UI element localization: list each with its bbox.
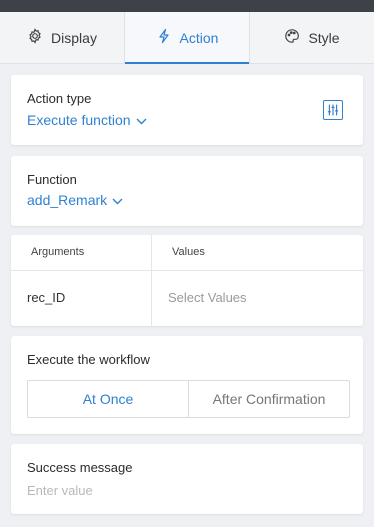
tab-style-label: Style (308, 29, 340, 46)
success-message-label: Success message (27, 460, 133, 475)
arguments-column-header: Arguments (31, 246, 85, 258)
at-once-button[interactable]: At Once (28, 381, 188, 417)
arguments-table-header: Arguments Values (11, 235, 363, 271)
lightning-icon (156, 28, 172, 47)
action-type-card: Action type Execute function (11, 75, 363, 145)
filter-settings-icon[interactable] (323, 100, 343, 120)
arguments-table: Arguments Values rec_ID Select Values (11, 235, 363, 326)
action-type-dropdown[interactable]: Execute function (27, 112, 147, 128)
function-card: Function add_Remark (11, 156, 363, 226)
action-type-label: Action type (27, 91, 92, 106)
workflow-card: Execute the workflow At Once After Confi… (11, 336, 363, 434)
workflow-label: Execute the workflow (27, 352, 150, 367)
chevron-down-icon (136, 112, 147, 128)
tab-action[interactable]: Action (125, 12, 250, 64)
tab-bar: Display Action Style (0, 12, 374, 64)
function-value: add_Remark (27, 192, 108, 208)
success-message-input[interactable] (27, 480, 347, 500)
function-label: Function (27, 172, 77, 187)
tab-style[interactable]: Style (250, 12, 374, 63)
action-type-value: Execute function (27, 112, 131, 128)
gear-icon (27, 28, 43, 47)
argument-value-select[interactable]: Select Values (168, 290, 247, 305)
argument-name: rec_ID (27, 290, 66, 305)
success-message-card: Success message (11, 444, 363, 514)
after-confirmation-button[interactable]: After Confirmation (188, 381, 349, 417)
chevron-down-icon (112, 192, 123, 208)
values-column-header: Values (172, 246, 205, 258)
top-bar (0, 0, 374, 12)
function-dropdown[interactable]: add_Remark (27, 192, 123, 208)
palette-icon (284, 28, 300, 47)
tab-display-label: Display (51, 29, 97, 46)
workflow-segmented-control: At Once After Confirmation (27, 380, 350, 418)
tab-action-label: Action (179, 29, 219, 46)
tab-display[interactable]: Display (0, 12, 125, 63)
column-divider (151, 235, 152, 326)
